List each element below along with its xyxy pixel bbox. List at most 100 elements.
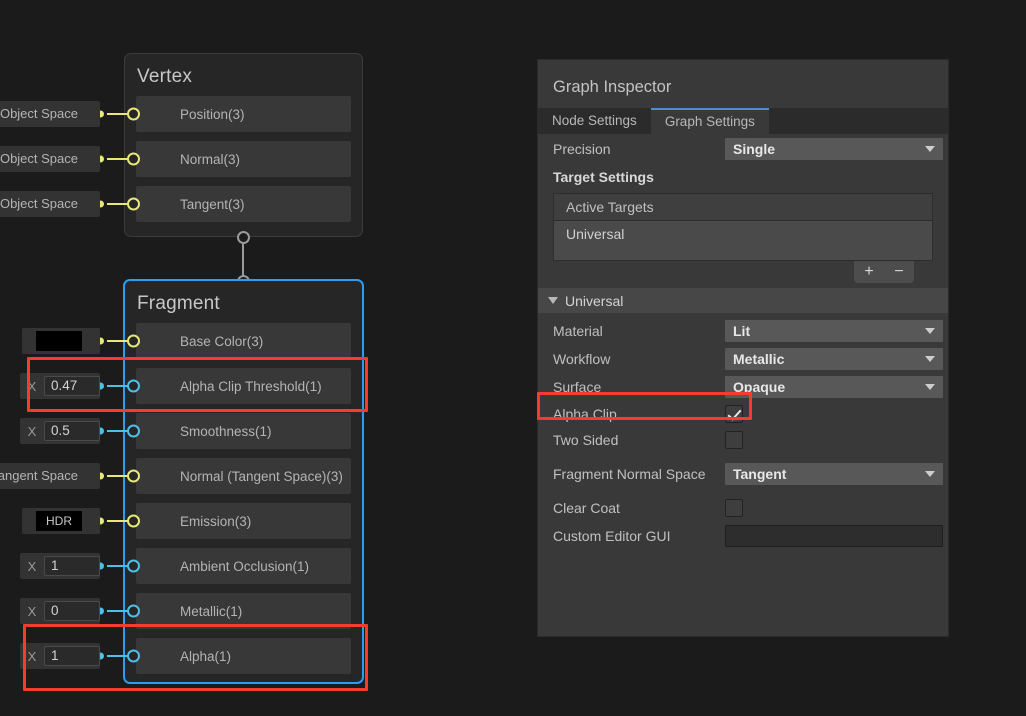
port-wire-base-color — [107, 340, 129, 342]
target-buttons: + − — [538, 261, 914, 283]
foldout-universal-label: Universal — [565, 292, 624, 309]
vertex-node[interactable]: Vertex Object Space Position(3) Object S… — [0, 53, 363, 237]
dropdown-surface[interactable]: Opaque — [725, 376, 943, 398]
slot-tangent-value[interactable]: Object Space — [0, 191, 100, 217]
label-surface: Surface — [553, 379, 602, 395]
port-label-alpha-clip-threshold: Alpha Clip Threshold(1) — [180, 378, 322, 394]
shader-graph-window: Vertex Object Space Position(3) Object S… — [0, 0, 1026, 716]
label-clear-coat: Clear Coat — [553, 500, 620, 516]
dropdown-workflow-value: Metallic — [733, 351, 785, 367]
port-row-base-color[interactable]: Base Color(3) — [22, 323, 351, 359]
slot-value-metallic[interactable]: 0 — [44, 601, 100, 621]
active-targets-box: Active Targets Universal — [553, 193, 933, 261]
port-wire-alpha-clip-threshold — [107, 385, 129, 387]
dropdown-fragment-normal-space-value: Tangent — [733, 466, 787, 482]
slot-value-alpha[interactable]: 1 — [44, 646, 100, 666]
port-label-alpha: Alpha(1) — [180, 648, 232, 664]
slot-position[interactable]: Object Space — [0, 101, 100, 127]
port-row-tangent[interactable]: Object Space Tangent(3) — [0, 186, 351, 222]
slot-metallic[interactable]: X 0 — [20, 598, 100, 624]
slot-normal-tangent-space[interactable]: Tangent Space — [0, 463, 100, 489]
port-wire-ambient-occlusion — [107, 565, 129, 567]
dropdown-workflow[interactable]: Metallic — [725, 348, 943, 370]
port-label-tangent: Tangent(3) — [180, 196, 245, 212]
row-alpha-clip: Alpha Clip — [538, 401, 948, 427]
port-label-emission: Emission(3) — [180, 513, 252, 529]
port-wire-position — [107, 113, 129, 115]
slot-alpha[interactable]: X 1 — [20, 643, 100, 669]
triangle-down-icon — [548, 297, 558, 304]
custom-editor-gui-input[interactable] — [725, 525, 943, 547]
slot-normal-tangent-space-value[interactable]: Tangent Space — [0, 463, 100, 489]
slot-normal-value[interactable]: Object Space — [0, 146, 100, 172]
port-row-normal-tangent-space[interactable]: Tangent Space Normal (Tangent Space)(3) — [0, 458, 351, 494]
slot-value-ambient-occlusion[interactable]: 1 — [44, 556, 100, 576]
slot-ambient-occlusion[interactable]: X 1 — [20, 553, 100, 579]
label-custom-editor-gui: Custom Editor GUI — [553, 528, 671, 544]
label-precision: Precision — [553, 141, 611, 157]
dropdown-precision[interactable]: Single — [725, 138, 943, 160]
port-wire-tangent — [107, 203, 129, 205]
port-row-alpha[interactable]: X 1 Alpha(1) — [20, 638, 351, 674]
port-row-position[interactable]: Object Space Position(3) — [0, 96, 351, 132]
inspector-body: Precision Single Target Settings Active … — [538, 134, 948, 636]
slot-base-color[interactable] — [22, 328, 100, 354]
port-wire-smoothness — [107, 430, 129, 432]
chevron-down-icon — [925, 328, 935, 334]
port-wire-normal — [107, 158, 129, 160]
chevron-down-icon — [925, 384, 935, 390]
slot-value-smoothness[interactable]: 0.5 — [44, 421, 100, 441]
tab-node-settings[interactable]: Node Settings — [538, 108, 651, 134]
chevron-down-icon — [925, 146, 935, 152]
slot-tangent[interactable]: Object Space — [0, 191, 100, 217]
row-clear-coat: Clear Coat — [538, 495, 948, 521]
checkbox-clear-coat[interactable] — [725, 499, 743, 517]
port-row-emission[interactable]: HDR Emission(3) — [22, 503, 351, 539]
port-label-normal-tangent-space: Normal (Tangent Space)(3) — [180, 468, 343, 484]
checkbox-alpha-clip[interactable] — [725, 405, 743, 423]
emission-hdr-swatch[interactable]: HDR — [36, 511, 82, 531]
port-row-alpha-clip-threshold[interactable]: X 0.47 Alpha Clip Threshold(1) — [20, 368, 351, 404]
port-row-normal[interactable]: Object Space Normal(3) — [0, 141, 351, 177]
foldout-universal[interactable]: Universal — [538, 288, 948, 313]
active-targets-list[interactable]: Universal — [553, 221, 933, 261]
remove-target-button[interactable]: − — [884, 261, 914, 283]
row-custom-editor-gui: Custom Editor GUI — [538, 521, 948, 551]
port-label-metallic: Metallic(1) — [180, 603, 243, 619]
row-surface: Surface Opaque — [538, 373, 948, 401]
checkbox-two-sided[interactable] — [725, 431, 743, 449]
list-item[interactable]: Universal — [566, 226, 624, 242]
slot-value-alpha-clip-threshold[interactable]: 0.47 — [44, 376, 100, 396]
graph-inspector-title: Graph Inspector — [553, 78, 672, 96]
slot-normal[interactable]: Object Space — [0, 146, 100, 172]
slot-smoothness[interactable]: X 0.5 — [20, 418, 100, 444]
dropdown-material[interactable]: Lit — [725, 320, 943, 342]
emission-swatch-wrap[interactable]: HDR — [22, 508, 100, 534]
port-label-smoothness: Smoothness(1) — [180, 423, 272, 439]
slot-emission[interactable]: HDR — [22, 508, 100, 534]
tab-graph-settings[interactable]: Graph Settings — [650, 108, 769, 134]
fragment-node[interactable]: Fragment Base Color(3) X 0.47 Alpha Clip… — [0, 279, 364, 684]
add-target-button[interactable]: + — [854, 261, 884, 283]
heading-target-settings: Target Settings — [553, 169, 654, 185]
label-alpha-clip: Alpha Clip — [553, 406, 617, 422]
slot-axis-label-metallic: X — [27, 603, 37, 619]
port-wire-alpha — [107, 655, 129, 657]
color-swatch-wrap[interactable] — [22, 328, 100, 354]
port-row-metallic[interactable]: X 0 Metallic(1) — [20, 593, 351, 629]
slot-axis-label-alpha: X — [27, 648, 37, 664]
port-wire-metallic — [107, 610, 129, 612]
port-label-base-color: Base Color(3) — [180, 333, 264, 349]
graph-inspector-panel: Graph Inspector Node Settings Graph Sett… — [537, 59, 949, 637]
dropdown-fragment-normal-space[interactable]: Tangent — [725, 463, 943, 485]
port-row-smoothness[interactable]: X 0.5 Smoothness(1) — [20, 413, 351, 449]
base-color-swatch[interactable] — [36, 331, 82, 351]
port-wire-emission — [107, 520, 129, 522]
chevron-down-icon — [925, 471, 935, 477]
active-targets-header: Active Targets — [553, 193, 933, 221]
port-row-ambient-occlusion[interactable]: X 1 Ambient Occlusion(1) — [20, 548, 351, 584]
slot-alpha-clip-threshold[interactable]: X 0.47 — [20, 373, 100, 399]
slot-position-value[interactable]: Object Space — [0, 101, 100, 127]
port-label-normal: Normal(3) — [180, 151, 241, 167]
port-wire-normal-tangent-space — [107, 475, 129, 477]
